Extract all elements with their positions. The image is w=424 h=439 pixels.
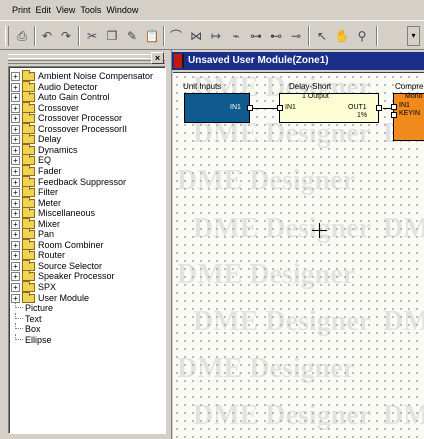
expand-icon[interactable]: + (11, 261, 20, 271)
expand-icon[interactable]: + (11, 230, 20, 240)
expand-icon[interactable]: + (11, 145, 20, 155)
window-title-bar[interactable]: Unsaved User Module(Zone1) (172, 52, 424, 70)
design-canvas[interactable]: DME Designer DME Designer DME Designer D… (173, 72, 424, 439)
delay-output-label: 1 Output (302, 93, 329, 100)
tree-connector-line (15, 302, 23, 309)
expand-icon[interactable]: + (11, 166, 20, 176)
expand-icon[interactable]: + (11, 135, 20, 145)
connection-wire[interactable] (253, 108, 278, 109)
toolbar-separator (34, 26, 36, 46)
redo-icon[interactable]: ↷ (58, 28, 74, 44)
menu-print[interactable]: Print (12, 0, 31, 20)
branch-icon[interactable]: ⊶ (248, 28, 264, 44)
compressor-in-label: IN1 (399, 102, 410, 109)
tree-connector-line (15, 312, 23, 319)
component-panel: × + Ambient Noise Compensator + Audio Detec… (0, 50, 171, 439)
compressor-keyin-label: KEYIN (399, 110, 421, 117)
menu-bar: Print Edit View Tools Window (0, 0, 424, 20)
expand-icon[interactable]: + (11, 103, 20, 113)
merge-icon[interactable]: ⊷ (268, 28, 284, 44)
pointer-icon[interactable]: ↖ (314, 28, 330, 44)
print-icon[interactable]: ⎙ (14, 28, 30, 44)
delay-short-title: Delay-Short (289, 82, 332, 91)
expand-icon[interactable]: + (11, 272, 20, 282)
expand-icon[interactable]: + (11, 156, 20, 166)
watermark: DME Designer (193, 400, 372, 431)
mirror-icon[interactable]: ⋈ (188, 28, 204, 44)
watermark: DME Designer (383, 213, 424, 244)
paste-icon[interactable]: 📋 (144, 28, 160, 44)
watermark: DME Designer (177, 353, 356, 384)
component-tree[interactable]: + Ambient Noise Compensator + Audio Detecto… (8, 66, 166, 434)
window-title: Unsaved User Module(Zone1) (188, 55, 329, 66)
delay-in-label: IN1 (285, 104, 296, 111)
copy-icon[interactable]: ❐ (104, 28, 120, 44)
expand-icon[interactable]: + (11, 82, 20, 92)
tree-leaf-label: Ellipse (25, 334, 52, 345)
compressor-in-port[interactable] (391, 104, 397, 110)
menu-view[interactable]: View (56, 0, 75, 20)
compressor-keyin-port[interactable] (391, 112, 397, 118)
expand-icon[interactable]: + (11, 198, 20, 208)
delay-value: 1% (357, 112, 368, 119)
expand-icon[interactable]: + (11, 240, 20, 250)
zoom-icon[interactable]: ⚲ (354, 28, 370, 44)
crosshair-cursor (312, 223, 327, 238)
menu-window[interactable]: Window (106, 0, 138, 20)
toolbar-grip[interactable] (5, 26, 9, 46)
panel-close-button[interactable]: × (151, 52, 164, 64)
compressor-title: Compres (395, 82, 424, 91)
expand-icon[interactable]: + (11, 124, 20, 134)
expand-icon[interactable]: + (11, 188, 20, 198)
compressor-mono-label: Mono (405, 93, 423, 100)
pencil-icon[interactable]: ✎ (124, 28, 140, 44)
toolbar-separator (163, 26, 165, 46)
toolbar-separator (376, 26, 378, 46)
wire-arc-icon[interactable]: ⌒ (168, 28, 184, 44)
panel-drag-bar[interactable] (8, 54, 165, 64)
expand-icon[interactable]: + (11, 283, 20, 292)
unit-inputs-port-label: IN1 (230, 104, 241, 111)
menu-tools[interactable]: Tools (80, 0, 101, 20)
node-icon[interactable]: ⊸ (288, 28, 304, 44)
delay-in-port[interactable] (277, 105, 283, 111)
watermark: DME Designer (177, 259, 356, 290)
watermark: DME Designer (383, 306, 424, 337)
expand-icon[interactable]: + (11, 72, 20, 81)
toolbar-separator (78, 26, 80, 46)
expand-icon[interactable]: + (11, 177, 20, 187)
delay-out-port[interactable] (376, 105, 382, 111)
expand-icon[interactable]: + (11, 219, 20, 229)
undo-icon[interactable]: ↶ (39, 28, 55, 44)
window-icon (174, 54, 184, 68)
watermark: DME Designer (193, 213, 372, 244)
watermark: DME Designer (177, 165, 356, 196)
editor-window: Unsaved User Module(Zone1) DME Designer … (171, 50, 424, 439)
watermark: DME Designer (193, 306, 372, 337)
unit-inputs-title: Unit Inputs (183, 82, 222, 91)
menu-edit[interactable]: Edit (36, 0, 52, 20)
connect-icon[interactable]: ↦ (208, 28, 224, 44)
toolbar-separator (308, 26, 310, 46)
hand-icon[interactable]: ✋ (334, 28, 350, 44)
delay-out-label: OUT1 (348, 104, 367, 111)
toolbar-dropdown-button[interactable]: ▾ (407, 26, 420, 46)
link-icon[interactable]: ⌁ (228, 28, 244, 44)
tree-connector-line (15, 323, 23, 330)
expand-icon[interactable]: + (11, 251, 20, 261)
expand-icon[interactable]: + (11, 114, 20, 124)
cut-icon[interactable]: ✂ (84, 28, 100, 44)
toolbar: ⎙ ↶ ↷ ✂ ❐ ✎ 📋 ⌒ ⋈ ↦ ⌁ ⊶ ⊷ ⊸ ↖ ✋ ⚲ ▾ (0, 20, 424, 50)
tree-connector-line (15, 333, 23, 340)
watermark: DME Designer (383, 400, 424, 431)
expand-icon[interactable]: + (11, 209, 20, 219)
expand-icon[interactable]: + (11, 93, 20, 103)
